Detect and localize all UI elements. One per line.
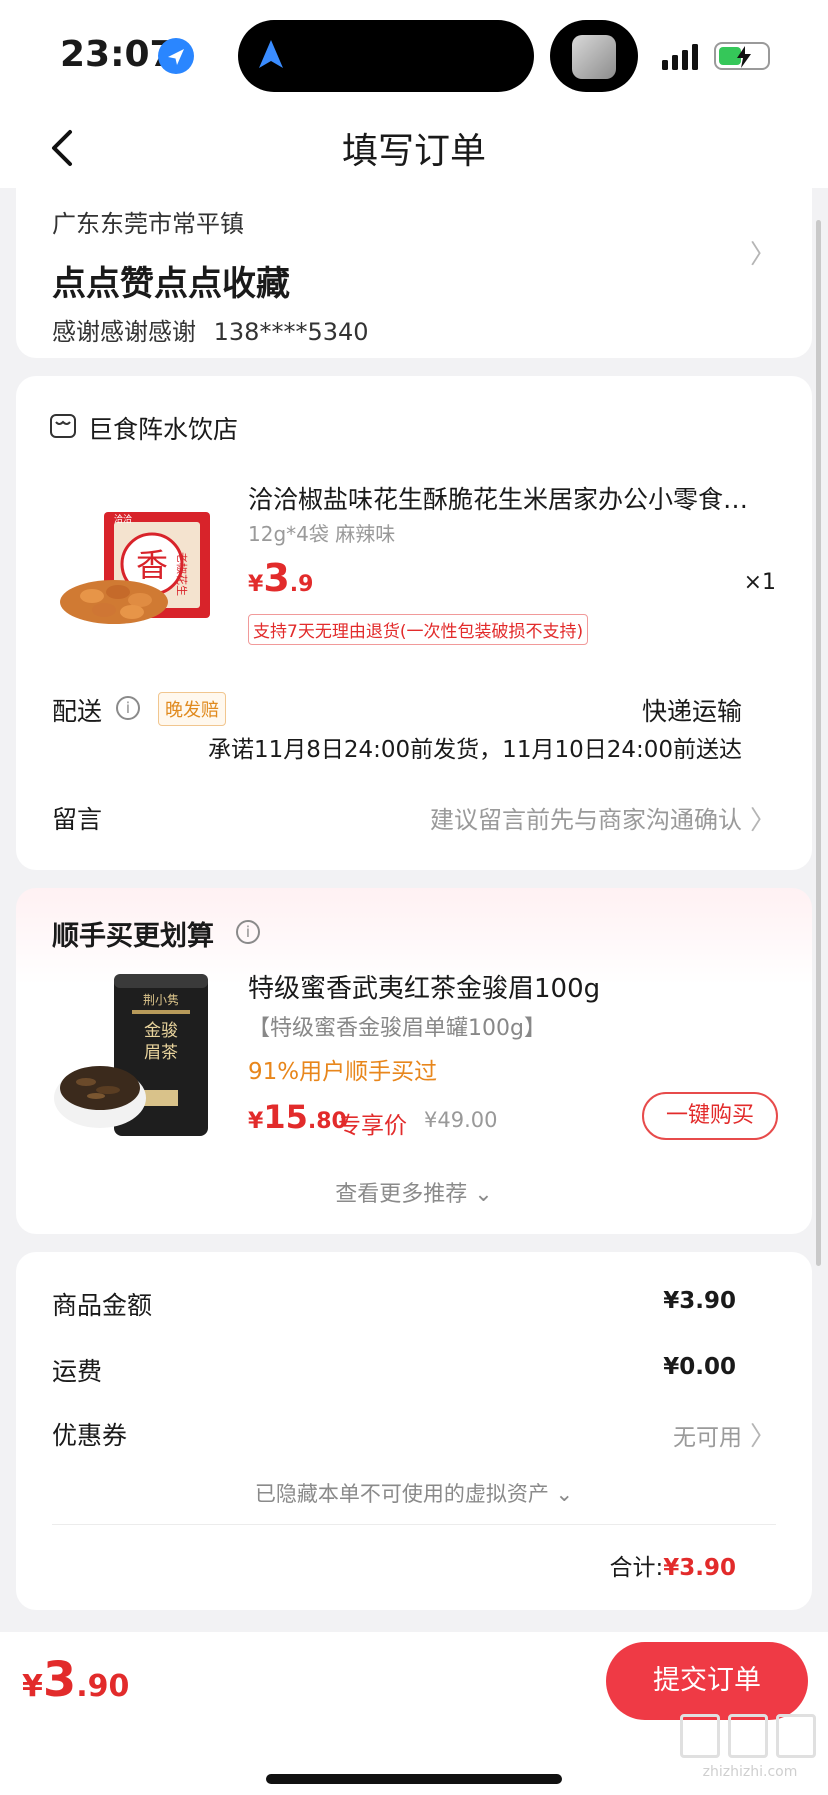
one-click-buy-button[interactable]: 一键购买 bbox=[642, 1092, 778, 1140]
see-more-recommend-link[interactable]: 查看更多推荐 ⌄ bbox=[16, 1176, 812, 1208]
recommend-price: ¥15.80 bbox=[248, 1098, 347, 1136]
chevron-right-icon: 〉 bbox=[749, 240, 776, 270]
recommend-product-name[interactable]: 特级蜜香武夷红茶金骏眉100g bbox=[248, 968, 600, 1005]
recommend-image-name-1: 金骏 bbox=[144, 1021, 178, 1041]
activity-avatar bbox=[572, 35, 616, 79]
info-icon[interactable]: i bbox=[116, 696, 140, 720]
goods-amount-value: ¥3.90 bbox=[663, 1288, 736, 1314]
chevron-right-icon: 〉 bbox=[749, 806, 776, 836]
submit-order-button[interactable]: 提交订单 bbox=[606, 1642, 808, 1720]
recommend-title: 顺手买更划算 bbox=[52, 921, 214, 952]
refund-policy-tag: 支持7天无理由退货(一次性包装破损不支持) bbox=[248, 614, 589, 645]
coupon-value[interactable]: 无可用 bbox=[673, 1418, 742, 1452]
recommend-image-brand: 荆小隽 bbox=[143, 992, 179, 1007]
dynamic-island bbox=[238, 20, 534, 92]
divider bbox=[52, 1524, 776, 1525]
shipping-label: 配送 bbox=[52, 697, 103, 726]
recommend-social-proof: 91%用户顺手买过 bbox=[248, 1059, 438, 1085]
product-quantity: ×1 bbox=[743, 570, 776, 595]
shipping-promise: 承诺11月8日24:00前发货，11月10日24:00前送达 bbox=[208, 737, 742, 763]
goods-amount-label: 商品金额 bbox=[52, 1291, 153, 1320]
recommend-image-name-2: 眉茶 bbox=[144, 1043, 178, 1063]
nav-header: 填写订单 bbox=[0, 108, 828, 188]
exclusive-price-label: 专享价 bbox=[338, 1113, 407, 1139]
recipient-name: 感谢感谢感谢 bbox=[52, 318, 196, 346]
note-label: 留言 bbox=[52, 805, 103, 834]
freight-label: 运费 bbox=[52, 1357, 103, 1386]
info-icon[interactable]: i bbox=[236, 920, 260, 944]
shipping-mode: 快递运输 bbox=[641, 697, 742, 726]
recommend-product-image[interactable]: 荆小隽 金骏 眉茶 bbox=[52, 970, 222, 1140]
navigation-arrow-icon bbox=[259, 40, 283, 68]
note-input[interactable]: 建议留言前先与商家沟通确认 bbox=[430, 800, 742, 835]
store-card: 巨食阵水饮店 香 洽洽 老椒花生 洽洽椒盐味花生酥脆花生米居家办公小零食… 12… bbox=[16, 376, 812, 870]
freight-value: ¥0.00 bbox=[663, 1354, 736, 1380]
store-name[interactable]: 巨食阵水饮店 bbox=[88, 410, 238, 446]
address-detail: 点点赞点点收藏 bbox=[52, 264, 290, 304]
address-contact: 感谢感谢感谢 138****5340 bbox=[52, 312, 369, 347]
product-price: ¥3.9 bbox=[248, 556, 314, 600]
product-image-label: 老椒花生 bbox=[175, 552, 189, 596]
location-arrow-icon bbox=[158, 38, 194, 74]
scrollbar[interactable] bbox=[816, 220, 821, 1266]
recommend-product-spec: 【特级蜜香金骏眉单罐100g】 bbox=[248, 1016, 546, 1041]
product-image-seal: 香 bbox=[136, 546, 168, 584]
store-icon bbox=[50, 414, 76, 438]
product-image[interactable]: 香 洽洽 老椒花生 bbox=[52, 482, 214, 644]
status-bar: 23:07 bbox=[0, 0, 828, 108]
page-title: 填写订单 bbox=[341, 131, 486, 172]
watermark: zhizhizhi.com bbox=[680, 1714, 820, 1786]
product-image-brand: 洽洽 bbox=[114, 513, 132, 525]
address-card[interactable]: 广东东莞市常平镇 点点赞点点收藏 感谢感谢感谢 138****5340 〉 bbox=[16, 186, 812, 358]
home-indicator[interactable] bbox=[266, 1774, 562, 1784]
chevron-right-icon: 〉 bbox=[749, 1422, 776, 1452]
charging-bolt-icon bbox=[737, 46, 751, 68]
recommend-card: 顺手买更划算 i 荆小隽 金骏 眉茶 特级蜜香武夷红茶金骏眉100g 【特级蜜香… bbox=[16, 888, 812, 1234]
hidden-assets-toggle[interactable]: 已隐藏本单不可使用的虚拟资产 ⌄ bbox=[16, 1478, 812, 1508]
coupon-label: 优惠券 bbox=[52, 1421, 128, 1450]
product-spec: 12g*4袋 麻辣味 bbox=[248, 522, 396, 546]
original-price: ¥49.00 bbox=[424, 1108, 498, 1132]
order-total: 合计:¥3.90 bbox=[609, 1555, 736, 1581]
battery-icon bbox=[714, 42, 770, 70]
address-region: 广东东莞市常平镇 bbox=[52, 210, 244, 238]
signal-icon bbox=[662, 44, 698, 70]
price-summary-card: 商品金额 ¥3.90 运费 ¥0.00 优惠券 无可用 〉 已隐藏本单不可使用的… bbox=[16, 1252, 812, 1610]
recipient-phone: 138****5340 bbox=[213, 318, 369, 346]
late-compensation-tag: 晚发赔 bbox=[158, 692, 226, 726]
dynamic-island-activity bbox=[550, 20, 638, 92]
watermark-text: zhizhizhi.com bbox=[702, 1764, 798, 1780]
product-title[interactable]: 洽洽椒盐味花生酥脆花生米居家办公小零食… bbox=[248, 480, 778, 516]
bottom-total-price: ¥3.90 bbox=[22, 1652, 130, 1708]
